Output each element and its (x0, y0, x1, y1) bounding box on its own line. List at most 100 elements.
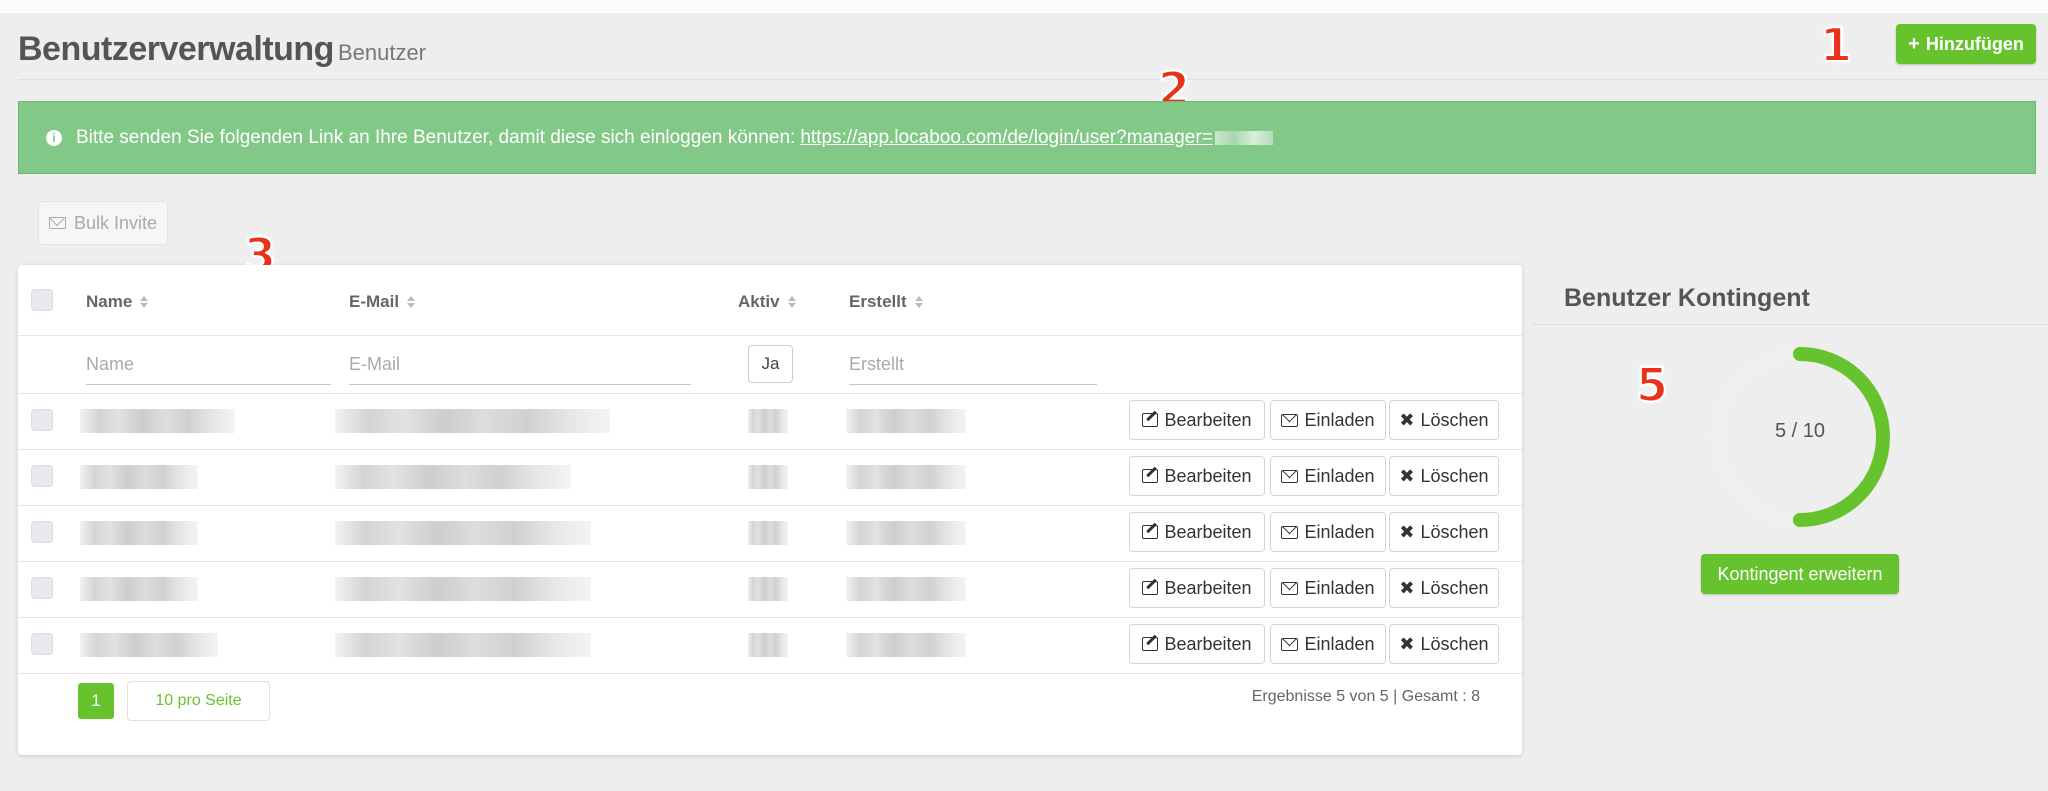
close-icon: ✖ (1399, 633, 1415, 655)
redacted-erstellt (846, 409, 966, 433)
envelope-icon (48, 217, 66, 229)
login-link-alert: i Bitte senden Sie folgenden Link an Ihr… (18, 101, 2036, 174)
filter-divider-line (18, 393, 1522, 394)
page-subtitle: Benutzer (337, 40, 427, 65)
row-checkbox[interactable] (31, 633, 53, 655)
close-icon: ✖ (1399, 577, 1415, 599)
row-checkbox[interactable] (31, 577, 53, 599)
edit-icon (1142, 581, 1159, 595)
quota-label: 5 / 10 (1774, 420, 1826, 442)
edit-button[interactable]: Bearbeiten (1129, 456, 1265, 496)
delete-button[interactable]: ✖ Löschen (1389, 624, 1499, 664)
sort-icon (787, 296, 796, 308)
envelope-icon (1281, 413, 1299, 427)
redacted-erstellt (846, 633, 966, 657)
edit-button-label: Bearbeiten (1164, 577, 1252, 598)
invite-button-label: Einladen (1304, 465, 1375, 486)
column-header-name-label: Name (86, 292, 133, 311)
aktiv-filter-select[interactable]: Ja (748, 345, 793, 383)
redacted-aktiv (748, 633, 788, 657)
redacted-email (335, 409, 610, 433)
edit-button[interactable]: Bearbeiten (1129, 400, 1265, 440)
per-page-select[interactable]: 10 pro Seite (127, 681, 270, 721)
redacted-name (80, 577, 198, 601)
invite-button-label: Einladen (1304, 633, 1375, 654)
redacted-email (335, 577, 591, 601)
row-divider-line (18, 673, 1522, 674)
sort-icon (407, 296, 416, 308)
quota-title: Benutzer Kontingent (1564, 284, 1810, 312)
invite-button[interactable]: Einladen (1270, 400, 1386, 440)
invite-button[interactable]: Einladen (1270, 512, 1386, 552)
redacted-erstellt (846, 577, 966, 601)
edit-button[interactable]: Bearbeiten (1129, 624, 1265, 664)
redacted-email (335, 465, 571, 489)
redacted-aktiv (748, 465, 788, 489)
expand-quota-button[interactable]: Kontingent erweitern (1701, 554, 1899, 594)
delete-button[interactable]: ✖ Löschen (1389, 512, 1499, 552)
invite-button-label: Einladen (1304, 521, 1375, 542)
delete-button[interactable]: ✖ Löschen (1389, 568, 1499, 608)
close-icon: ✖ (1399, 521, 1415, 543)
column-header-email-label: E-Mail (349, 292, 400, 311)
info-circle-icon: i (46, 129, 62, 146)
delete-button[interactable]: ✖ Löschen (1389, 456, 1499, 496)
sort-icon (914, 296, 923, 308)
erstellt-filter-input[interactable]: Erstellt (849, 345, 1097, 385)
envelope-icon (1281, 581, 1299, 595)
page-1-button[interactable]: 1 (78, 683, 114, 719)
redacted-erstellt (846, 465, 966, 489)
redacted-name (80, 521, 198, 545)
name-filter-input[interactable]: Name (86, 345, 331, 385)
column-header-aktiv[interactable]: Aktiv (738, 292, 796, 312)
row-checkbox[interactable] (31, 465, 53, 487)
annotation-1: 1 (1819, 17, 1853, 73)
edit-button-label: Bearbeiten (1164, 465, 1252, 486)
edit-button-label: Bearbeiten (1164, 409, 1252, 430)
edit-button-label: Bearbeiten (1164, 633, 1252, 654)
redacted-aktiv (748, 409, 788, 433)
invite-button-label: Einladen (1304, 409, 1375, 430)
add-user-button-label: Hinzufügen (1925, 33, 2024, 54)
redacted-email (335, 633, 591, 657)
invite-button-label: Einladen (1304, 577, 1375, 598)
login-link[interactable]: https://app.locaboo.com/de/login/user?ma… (800, 127, 1212, 149)
redacted-name (80, 409, 235, 433)
delete-button[interactable]: ✖ Löschen (1389, 400, 1499, 440)
envelope-icon (1281, 637, 1299, 651)
row-checkbox[interactable] (31, 521, 53, 543)
top-strip (0, 0, 2048, 13)
edit-button[interactable]: Bearbeiten (1129, 512, 1265, 552)
row-divider-line (18, 505, 1522, 506)
column-header-erstellt-label: Erstellt (849, 292, 907, 311)
edit-button[interactable]: Bearbeiten (1129, 568, 1265, 608)
header-divider-line (18, 335, 1522, 336)
sort-icon (140, 296, 149, 308)
redacted-aktiv (748, 577, 788, 601)
invite-button[interactable]: Einladen (1270, 456, 1386, 496)
envelope-icon (1281, 469, 1299, 483)
header-divider (18, 79, 2048, 80)
close-icon: ✖ (1399, 465, 1415, 487)
redacted-erstellt (846, 521, 966, 545)
column-header-email[interactable]: E-Mail (349, 292, 416, 312)
column-header-erstellt[interactable]: Erstellt (849, 292, 923, 312)
delete-button-label: Löschen (1420, 577, 1489, 598)
delete-button-label: Löschen (1420, 409, 1489, 430)
edit-icon (1142, 469, 1159, 483)
redacted-name (80, 633, 218, 657)
delete-button-label: Löschen (1420, 521, 1489, 542)
bulk-invite-button[interactable]: Bulk Invite (38, 201, 168, 245)
edit-icon (1142, 637, 1159, 651)
annotation-5: 5 (1635, 357, 1669, 413)
delete-button-label: Löschen (1420, 633, 1489, 654)
close-icon: ✖ (1399, 409, 1415, 431)
email-filter-input[interactable]: E-Mail (349, 345, 691, 385)
row-checkbox[interactable] (31, 409, 53, 431)
row-divider-line (18, 561, 1522, 562)
add-user-button[interactable]: + Hinzufügen (1896, 24, 2036, 64)
invite-button[interactable]: Einladen (1270, 568, 1386, 608)
invite-button[interactable]: Einladen (1270, 624, 1386, 664)
select-all-checkbox[interactable] (31, 289, 53, 311)
column-header-name[interactable]: Name (86, 292, 149, 312)
